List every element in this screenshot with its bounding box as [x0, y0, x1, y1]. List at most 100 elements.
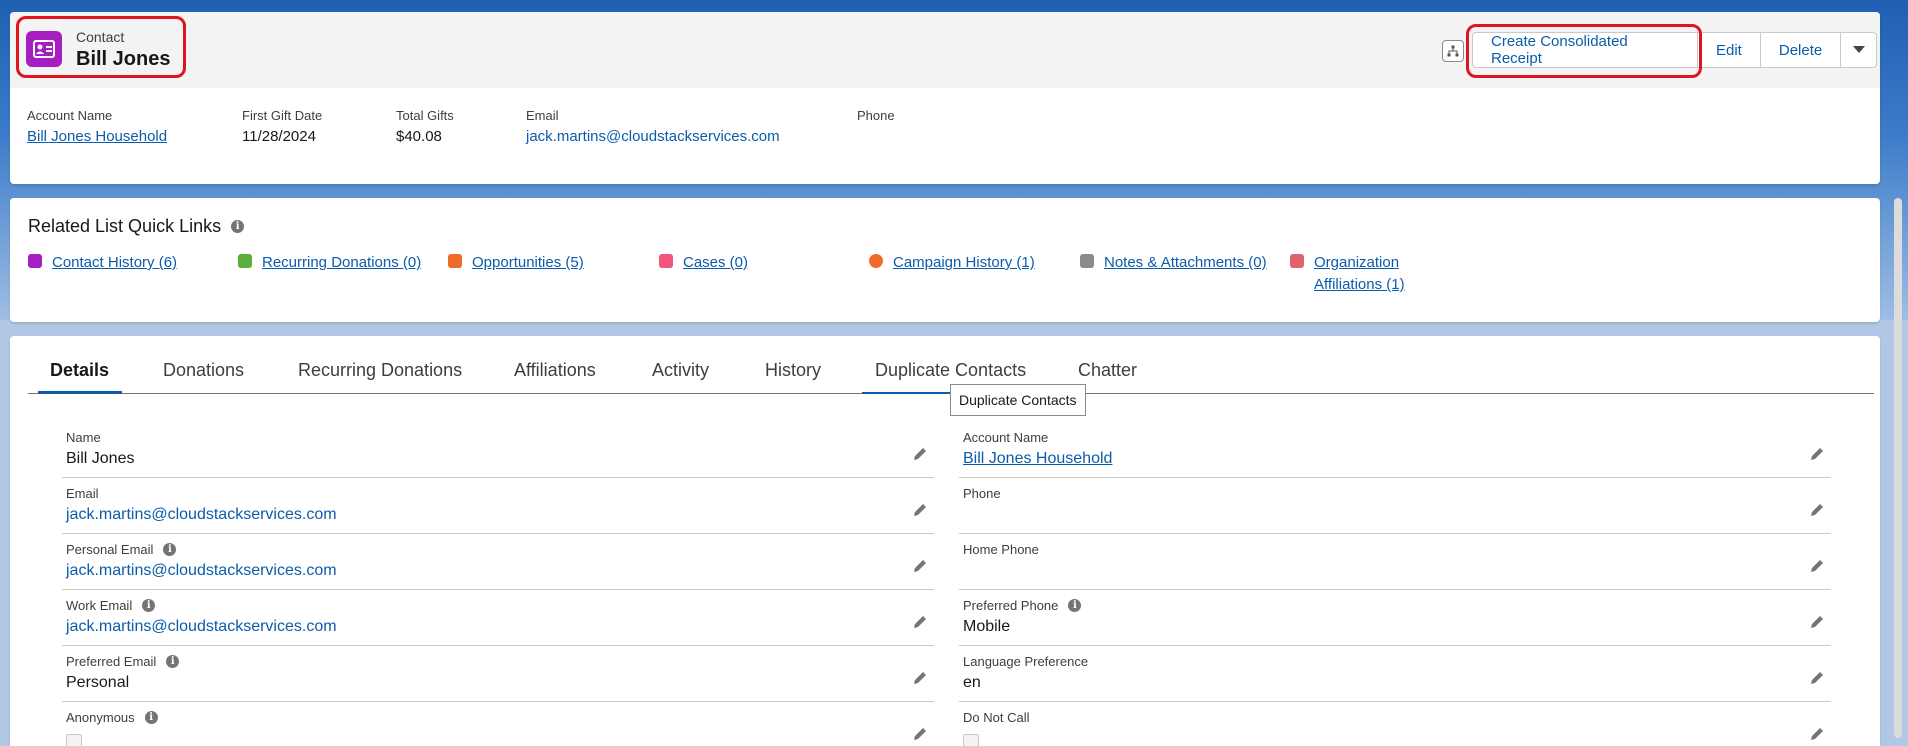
- record-actions: Create Consolidated Receipt Edit Delete: [1472, 32, 1878, 68]
- pencil-icon[interactable]: [912, 558, 928, 574]
- pencil-icon[interactable]: [1809, 558, 1825, 574]
- field-label-wrap: Personal Email i: [66, 542, 177, 557]
- edit-button[interactable]: Edit: [1698, 32, 1761, 68]
- account-name-link[interactable]: Bill Jones Household: [963, 450, 1112, 468]
- pencil-icon[interactable]: [1809, 614, 1825, 630]
- quick-link-campaign-history[interactable]: Campaign History (1): [869, 252, 1035, 274]
- field-label: Language Preference: [963, 654, 1089, 669]
- field-label: Name: [66, 430, 101, 445]
- account-name-link[interactable]: Bill Jones Household: [27, 128, 167, 145]
- recurring-donations-icon: [238, 254, 252, 268]
- do-not-call-checkbox: [963, 734, 979, 746]
- field-label: Personal Email: [66, 542, 154, 557]
- highlight-account-name: Account Name Bill Jones Household: [27, 108, 167, 145]
- field-label-wrap: Work Email i: [66, 598, 156, 613]
- quick-link-opportunities[interactable]: Opportunities (5): [448, 252, 584, 274]
- field-label: Work Email: [66, 598, 133, 613]
- field-label-wrap: Preferred Email i: [66, 654, 180, 669]
- field-label: Email: [66, 486, 99, 501]
- campaign-history-icon: [869, 254, 883, 268]
- field-label: Anonymous: [66, 710, 135, 725]
- hierarchy-button[interactable]: [1442, 40, 1464, 62]
- info-icon[interactable]: i: [1068, 599, 1082, 612]
- cases-icon: [659, 254, 673, 268]
- info-icon[interactable]: i: [163, 543, 177, 556]
- info-icon[interactable]: i: [142, 599, 156, 612]
- quick-link-recurring-donations[interactable]: Recurring Donations (0): [238, 252, 421, 274]
- quick-link-contact-history[interactable]: Contact History (6): [28, 252, 177, 274]
- field-label: Preferred Email: [66, 654, 157, 669]
- pencil-icon[interactable]: [912, 726, 928, 742]
- quick-link-label[interactable]: Affiliations (1): [1314, 274, 1405, 296]
- pencil-icon[interactable]: [1809, 726, 1825, 742]
- quick-link-label[interactable]: Organization: [1314, 252, 1405, 274]
- highlight-label: Email: [526, 108, 559, 123]
- anonymous-checkbox: [66, 734, 82, 746]
- highlight-label: Phone: [857, 108, 895, 123]
- pencil-icon[interactable]: [912, 670, 928, 686]
- work-email-link[interactable]: jack.martins@cloudstackservices.com: [66, 618, 337, 636]
- pencil-icon[interactable]: [1809, 446, 1825, 462]
- tab-chatter[interactable]: Chatter: [1078, 360, 1137, 394]
- pencil-icon[interactable]: [912, 502, 928, 518]
- email-link[interactable]: jack.martins@cloudstackservices.com: [66, 506, 337, 524]
- page-scrollbar[interactable]: [1894, 198, 1902, 738]
- field-label: Do Not Call: [963, 710, 1030, 725]
- field-value: Bill Jones: [66, 450, 135, 467]
- highlight-email: Email jack.martins@cloudstackservices.co…: [526, 108, 780, 145]
- quick-link-cases[interactable]: Cases (0): [659, 252, 748, 274]
- quick-link-label[interactable]: Campaign History (1): [893, 252, 1035, 274]
- quick-link-label[interactable]: Contact History (6): [52, 252, 177, 274]
- field-email: Email jack.martins@cloudstackservices.co…: [62, 478, 934, 534]
- more-actions-button[interactable]: [1841, 32, 1878, 68]
- tab-history[interactable]: History: [765, 360, 821, 394]
- quick-link-label[interactable]: Recurring Donations (0): [262, 252, 421, 274]
- quick-links-title-text: Related List Quick Links: [28, 216, 222, 236]
- highlight-label: Total Gifts: [396, 108, 454, 123]
- info-icon[interactable]: i: [166, 655, 180, 668]
- field-label: Home Phone: [963, 542, 1039, 557]
- contact-history-icon: [28, 254, 42, 268]
- field-phone: Phone: [959, 478, 1831, 534]
- tab-tooltip: Duplicate Contacts: [950, 384, 1086, 416]
- tab-recurring-donations[interactable]: Recurring Donations: [298, 360, 462, 394]
- field-work-email: Work Email i jack.martins@cloudstackserv…: [62, 590, 934, 646]
- field-name: Name Bill Jones: [62, 422, 934, 478]
- pencil-icon[interactable]: [1809, 502, 1825, 518]
- tab-details[interactable]: Details: [50, 360, 109, 394]
- field-language-preference: Language Preference en: [959, 646, 1831, 702]
- quick-link-label[interactable]: Cases (0): [683, 252, 748, 274]
- quick-link-label-wrap: Organization Affiliations (1): [1314, 252, 1405, 296]
- highlight-phone: Phone: [857, 108, 895, 128]
- quick-link-label[interactable]: Opportunities (5): [472, 252, 584, 274]
- record-header: Contact Bill Jones Create Consolidated R…: [10, 12, 1880, 184]
- hierarchy-icon: [1447, 45, 1459, 57]
- email-link[interactable]: jack.martins@cloudstackservices.com: [526, 128, 780, 145]
- quick-link-notes-attachments[interactable]: Notes & Attachments (0): [1080, 252, 1267, 274]
- highlight-value: 11/28/2024: [242, 128, 316, 145]
- tab-affiliations[interactable]: Affiliations: [514, 360, 596, 394]
- field-personal-email: Personal Email i jack.martins@cloudstack…: [62, 534, 934, 590]
- tab-activity[interactable]: Activity: [652, 360, 709, 394]
- related-list-quick-links: Related List Quick Links i Contact Histo…: [10, 198, 1880, 322]
- create-consolidated-receipt-button[interactable]: Create Consolidated Receipt: [1472, 32, 1698, 68]
- chevron-down-icon: [1852, 46, 1865, 53]
- field-preferred-phone: Preferred Phone i Mobile: [959, 590, 1831, 646]
- quick-link-organization-affiliations[interactable]: Organization Affiliations (1): [1290, 252, 1405, 296]
- pencil-icon[interactable]: [912, 446, 928, 462]
- personal-email-link[interactable]: jack.martins@cloudstackservices.com: [66, 562, 337, 580]
- active-tab-indicator: [38, 391, 122, 394]
- quick-link-label[interactable]: Notes & Attachments (0): [1104, 252, 1267, 274]
- field-value: en: [963, 674, 981, 691]
- field-preferred-email: Preferred Email i Personal: [62, 646, 934, 702]
- delete-button[interactable]: Delete: [1760, 32, 1842, 68]
- field-anonymous: Anonymous i: [62, 702, 934, 746]
- highlight-label: Account Name: [27, 108, 113, 123]
- pencil-icon[interactable]: [912, 614, 928, 630]
- info-icon[interactable]: i: [231, 220, 245, 233]
- organization-affiliations-icon: [1290, 254, 1304, 268]
- pencil-icon[interactable]: [1809, 670, 1825, 686]
- tab-donations[interactable]: Donations: [163, 360, 244, 394]
- info-icon[interactable]: i: [144, 711, 158, 724]
- field-label-wrap: Preferred Phone i: [963, 598, 1082, 613]
